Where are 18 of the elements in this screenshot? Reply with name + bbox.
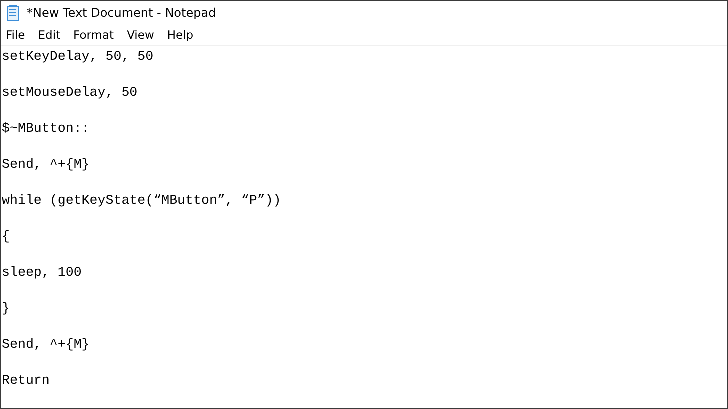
code-line: setKeyDelay, 50, 50: [2, 48, 154, 66]
menu-item[interactable]: File: [1, 28, 30, 42]
text-editor[interactable]: setKeyDelay, 50, 50 setMouseDelay, 50 $~MButton:: Send, ^+{M} while (getKeyState(“MButton”, “P”)) { sleep, 100 } Send, ^+{M} Return: [1, 45, 727, 408]
code-line: setMouseDelay, 50: [2, 84, 138, 102]
code-line: $~MButton::: [2, 120, 90, 138]
code-line: Return: [2, 372, 50, 390]
code-line: {: [2, 228, 10, 246]
window-title: *New Text Document - Notepad: [27, 6, 216, 20]
menu-item[interactable]: Format: [68, 28, 120, 42]
notepad-icon: [7, 5, 19, 21]
code-line: Send, ^+{M}: [2, 336, 90, 354]
menu-item[interactable]: View: [122, 28, 160, 42]
code-line: while (getKeyState(“MButton”, “P”)): [2, 192, 282, 210]
menu-item[interactable]: Edit: [33, 28, 66, 42]
code-line: sleep, 100: [2, 264, 82, 282]
code-line: }: [2, 300, 10, 318]
code-line: Send, ^+{M}: [2, 156, 90, 174]
menu-item[interactable]: Help: [162, 28, 199, 42]
